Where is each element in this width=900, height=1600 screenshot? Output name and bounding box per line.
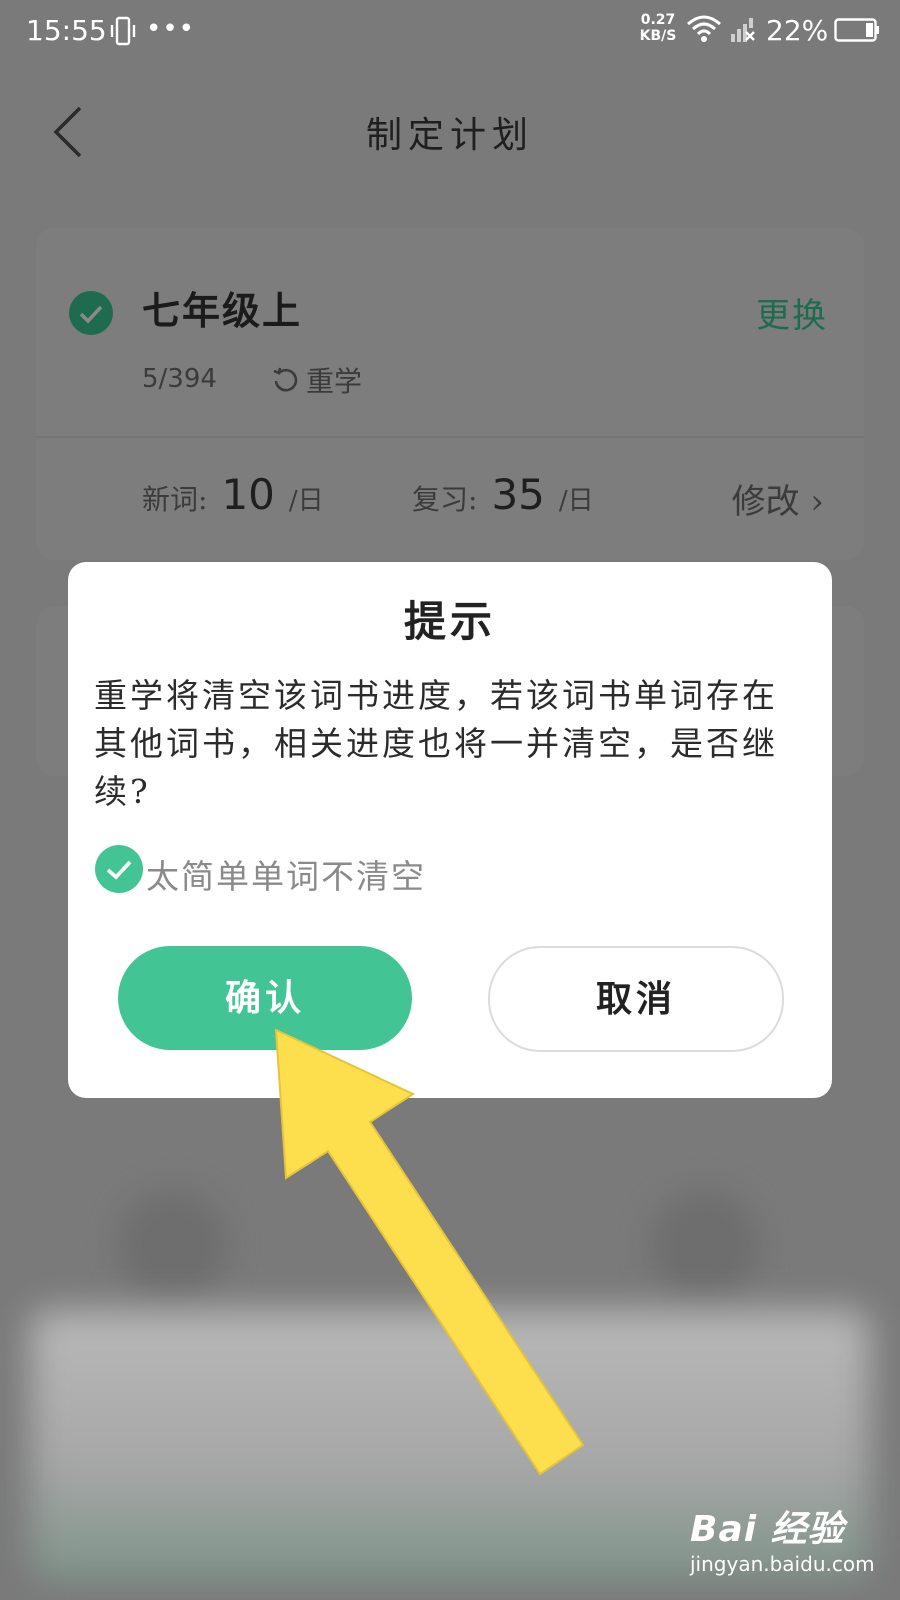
status-time: 15:55 — [26, 14, 107, 47]
blurred-icon-right — [650, 1190, 760, 1300]
relearn-confirm-dialog: 提示 重学将清空该词书进度，若该词书单词存在其他词书，相关进度也将一并清空，是否… — [68, 562, 832, 1098]
header: 制定计划 — [0, 64, 900, 194]
change-book-button[interactable]: 更换 — [756, 288, 828, 337]
confirm-button[interactable]: 确认 — [118, 946, 412, 1050]
dialog-message: 重学将清空该词书进度，若该词书单词存在其他词书，相关进度也将一并清空，是否继续? — [94, 676, 778, 811]
review-label: 复习: — [412, 483, 478, 516]
battery-icon — [834, 18, 879, 42]
plan-card: 七年级上 更换 5/394 重学 新词: 10/日 复习: 35/日 修改 › — [36, 228, 864, 560]
cancel-button[interactable]: 取消 — [488, 946, 784, 1052]
relearn-button[interactable]: 重学 — [272, 360, 362, 400]
new-words-setting: 新词: 10/日 — [142, 470, 324, 519]
signal-icon — [731, 18, 755, 42]
check-circle-icon — [69, 291, 113, 335]
page-title: 制定计划 — [365, 115, 534, 156]
new-words-unit: /日 — [288, 486, 324, 516]
review-value: 35 — [491, 470, 545, 519]
more-icon: ••• — [146, 14, 196, 44]
modify-plan-button[interactable]: 修改 › — [732, 474, 824, 523]
wifi-icon — [687, 15, 721, 42]
book-progress: 5/394 — [142, 364, 217, 394]
vibrate-icon — [110, 16, 136, 46]
book-title: 七年级上 — [142, 288, 303, 333]
watermark: Bai 经验 jingyan.baidu.com — [690, 1500, 890, 1590]
watermark-url: jingyan.baidu.com — [690, 1552, 875, 1576]
review-words-setting: 复习: 35/日 — [412, 470, 594, 519]
new-words-value: 10 — [221, 470, 275, 519]
new-words-label: 新词: — [142, 483, 208, 516]
relearn-label: 重学 — [306, 365, 363, 398]
refresh-icon — [273, 367, 298, 392]
network-speed: 0.27 KB/S — [636, 12, 680, 44]
keep-easy-words-label: 太简单单词不清空 — [146, 857, 426, 896]
check-circle-icon — [95, 845, 143, 893]
network-speed-unit: KB/S — [639, 28, 677, 44]
status-bar: 15:55 ••• 0.27 KB/S 22% — [0, 0, 900, 64]
watermark-logo: Bai 经验 — [690, 1509, 845, 1550]
blurred-icon-left — [118, 1190, 228, 1300]
card-divider — [36, 436, 864, 438]
review-unit: /日 — [558, 486, 594, 516]
dialog-title: 提示 — [403, 597, 496, 646]
network-speed-value: 0.27 — [640, 12, 676, 28]
battery-percent: 22% — [766, 14, 829, 47]
